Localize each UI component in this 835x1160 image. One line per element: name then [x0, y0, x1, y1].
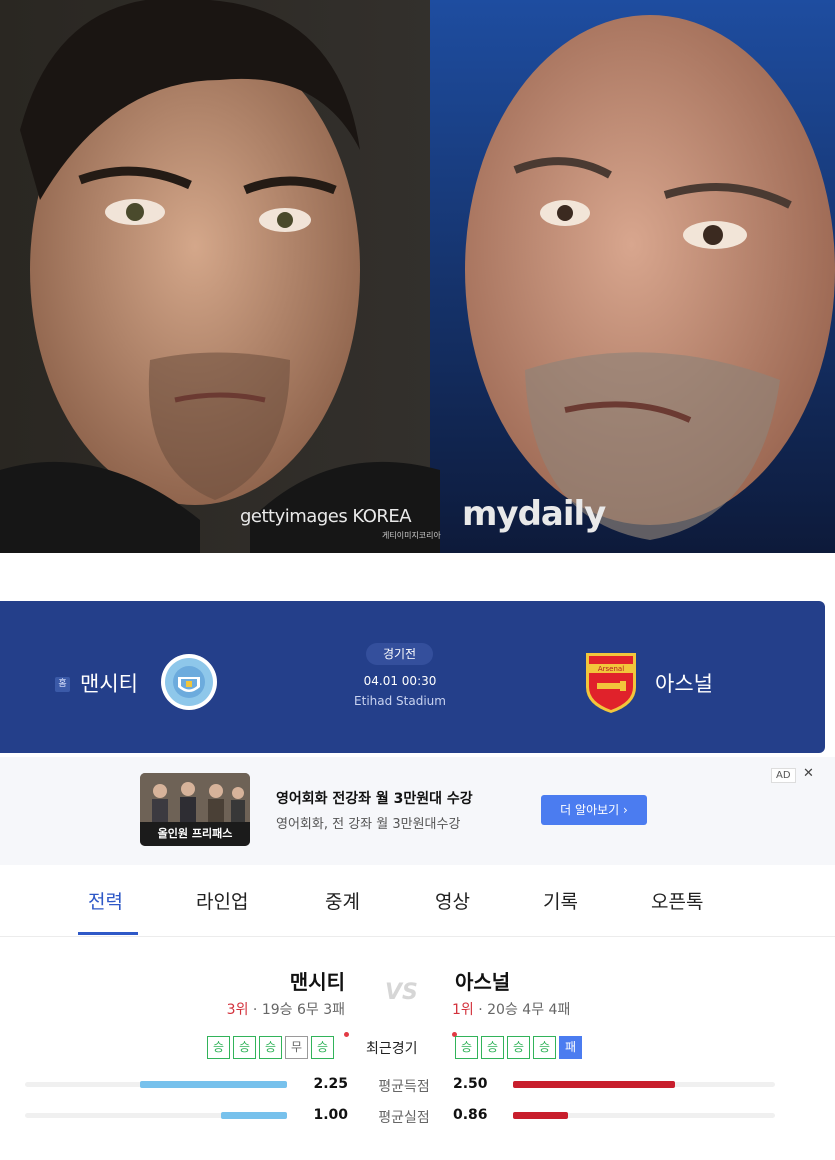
learn-more-button[interactable]: 더 알아보기 ›	[541, 795, 647, 825]
form-result: 패	[559, 1036, 582, 1059]
news-photo: gettyimages KOREA 게티이미지코리아 mydaily	[0, 0, 835, 553]
arsenal-logo-text: Arsenal	[598, 665, 624, 673]
home-goals-conceded-bar	[221, 1112, 287, 1119]
active-tab-indicator	[78, 932, 138, 935]
tab-lineup[interactable]: 라인업	[196, 887, 248, 914]
ad-tag: AD	[771, 768, 796, 783]
managers-portrait-image	[0, 0, 835, 553]
match-status-badge: 경기전	[366, 643, 433, 665]
form-result: 승	[481, 1036, 504, 1059]
away-record: 1위 · 20승 4무 4패	[452, 999, 570, 1019]
home-goals-scored: 2.25	[313, 1076, 348, 1092]
form-result: 승	[259, 1036, 282, 1059]
home-rank: 3위	[226, 1002, 249, 1018]
away-goals-scored: 2.50	[453, 1076, 488, 1092]
comparison-away-name[interactable]: 아스널	[455, 966, 510, 995]
form-result: 승	[207, 1036, 230, 1059]
form-result: 승	[533, 1036, 556, 1059]
home-record: 3위 · 19승 6무 3패	[140, 999, 345, 1019]
away-record-text: · 20승 4무 4패	[478, 1002, 571, 1018]
form-result: 승	[455, 1036, 478, 1059]
avg-goals-scored-label: 평균득점	[378, 1079, 430, 1095]
tab-bar	[0, 868, 835, 937]
ad-banner[interactable]	[0, 757, 835, 865]
spacer	[0, 553, 835, 600]
tab-video[interactable]: 영상	[435, 887, 470, 914]
getty-watermark: gettyimages KOREA	[240, 506, 412, 527]
away-goals-scored-bar	[513, 1081, 675, 1088]
home-recent-form: 승승승무승	[207, 1036, 337, 1059]
away-team-name[interactable]: 아스널	[655, 668, 713, 698]
form-result: 승	[507, 1036, 530, 1059]
mydaily-watermark: mydaily	[462, 494, 606, 534]
avg-goals-conceded-label: 평균실점	[378, 1110, 430, 1126]
tab-broadcast[interactable]: 중계	[325, 887, 360, 914]
away-goals-conceded: 0.86	[453, 1107, 488, 1123]
ad-description[interactable]: 영어회화, 전 강좌 월 3만원대수강	[276, 813, 460, 832]
comparison-home-name[interactable]: 맨시티	[200, 966, 345, 995]
arsenal-logo-icon[interactable]: Arsenal	[583, 651, 639, 715]
getty-watermark-sub: 게티이미지코리아	[382, 531, 441, 540]
away-rank: 1위	[452, 1002, 474, 1018]
form-result: 승	[311, 1036, 334, 1059]
tab-open-talk[interactable]: 오픈톡	[651, 887, 703, 914]
form-result: 승	[233, 1036, 256, 1059]
close-icon[interactable]: ✕	[803, 766, 814, 781]
recent-matches-label: 최근경기	[366, 1041, 418, 1057]
vs-label: VS	[385, 980, 418, 1005]
tab-lineup-power[interactable]: 전력	[88, 887, 123, 914]
ad-thumbnail[interactable]: 올인원 프리패스	[140, 773, 250, 846]
home-goals-conceded: 1.00	[313, 1107, 348, 1123]
away-goals-conceded-bar	[513, 1112, 568, 1119]
match-datetime: 04.01 00:30	[363, 674, 437, 688]
home-goals-scored-bar	[140, 1081, 287, 1088]
match-stadium: Etihad Stadium	[354, 694, 446, 708]
form-result: 무	[285, 1036, 308, 1059]
latest-match-dot	[344, 1032, 349, 1037]
tab-records[interactable]: 기록	[543, 887, 578, 914]
ad-title[interactable]: 영어회화 전강좌 월 3만원대 수강	[276, 788, 473, 808]
home-record-text: · 19승 6무 3패	[252, 1002, 345, 1018]
man-city-logo-icon[interactable]	[160, 653, 218, 711]
ad-thumbnail-label: 올인원 프리패스	[140, 822, 250, 846]
away-recent-form: 승승승승패	[455, 1036, 585, 1059]
home-team-name[interactable]: 맨시티	[80, 668, 138, 698]
home-badge: 홈	[55, 677, 70, 692]
ad-thumbnail-image	[140, 773, 250, 823]
